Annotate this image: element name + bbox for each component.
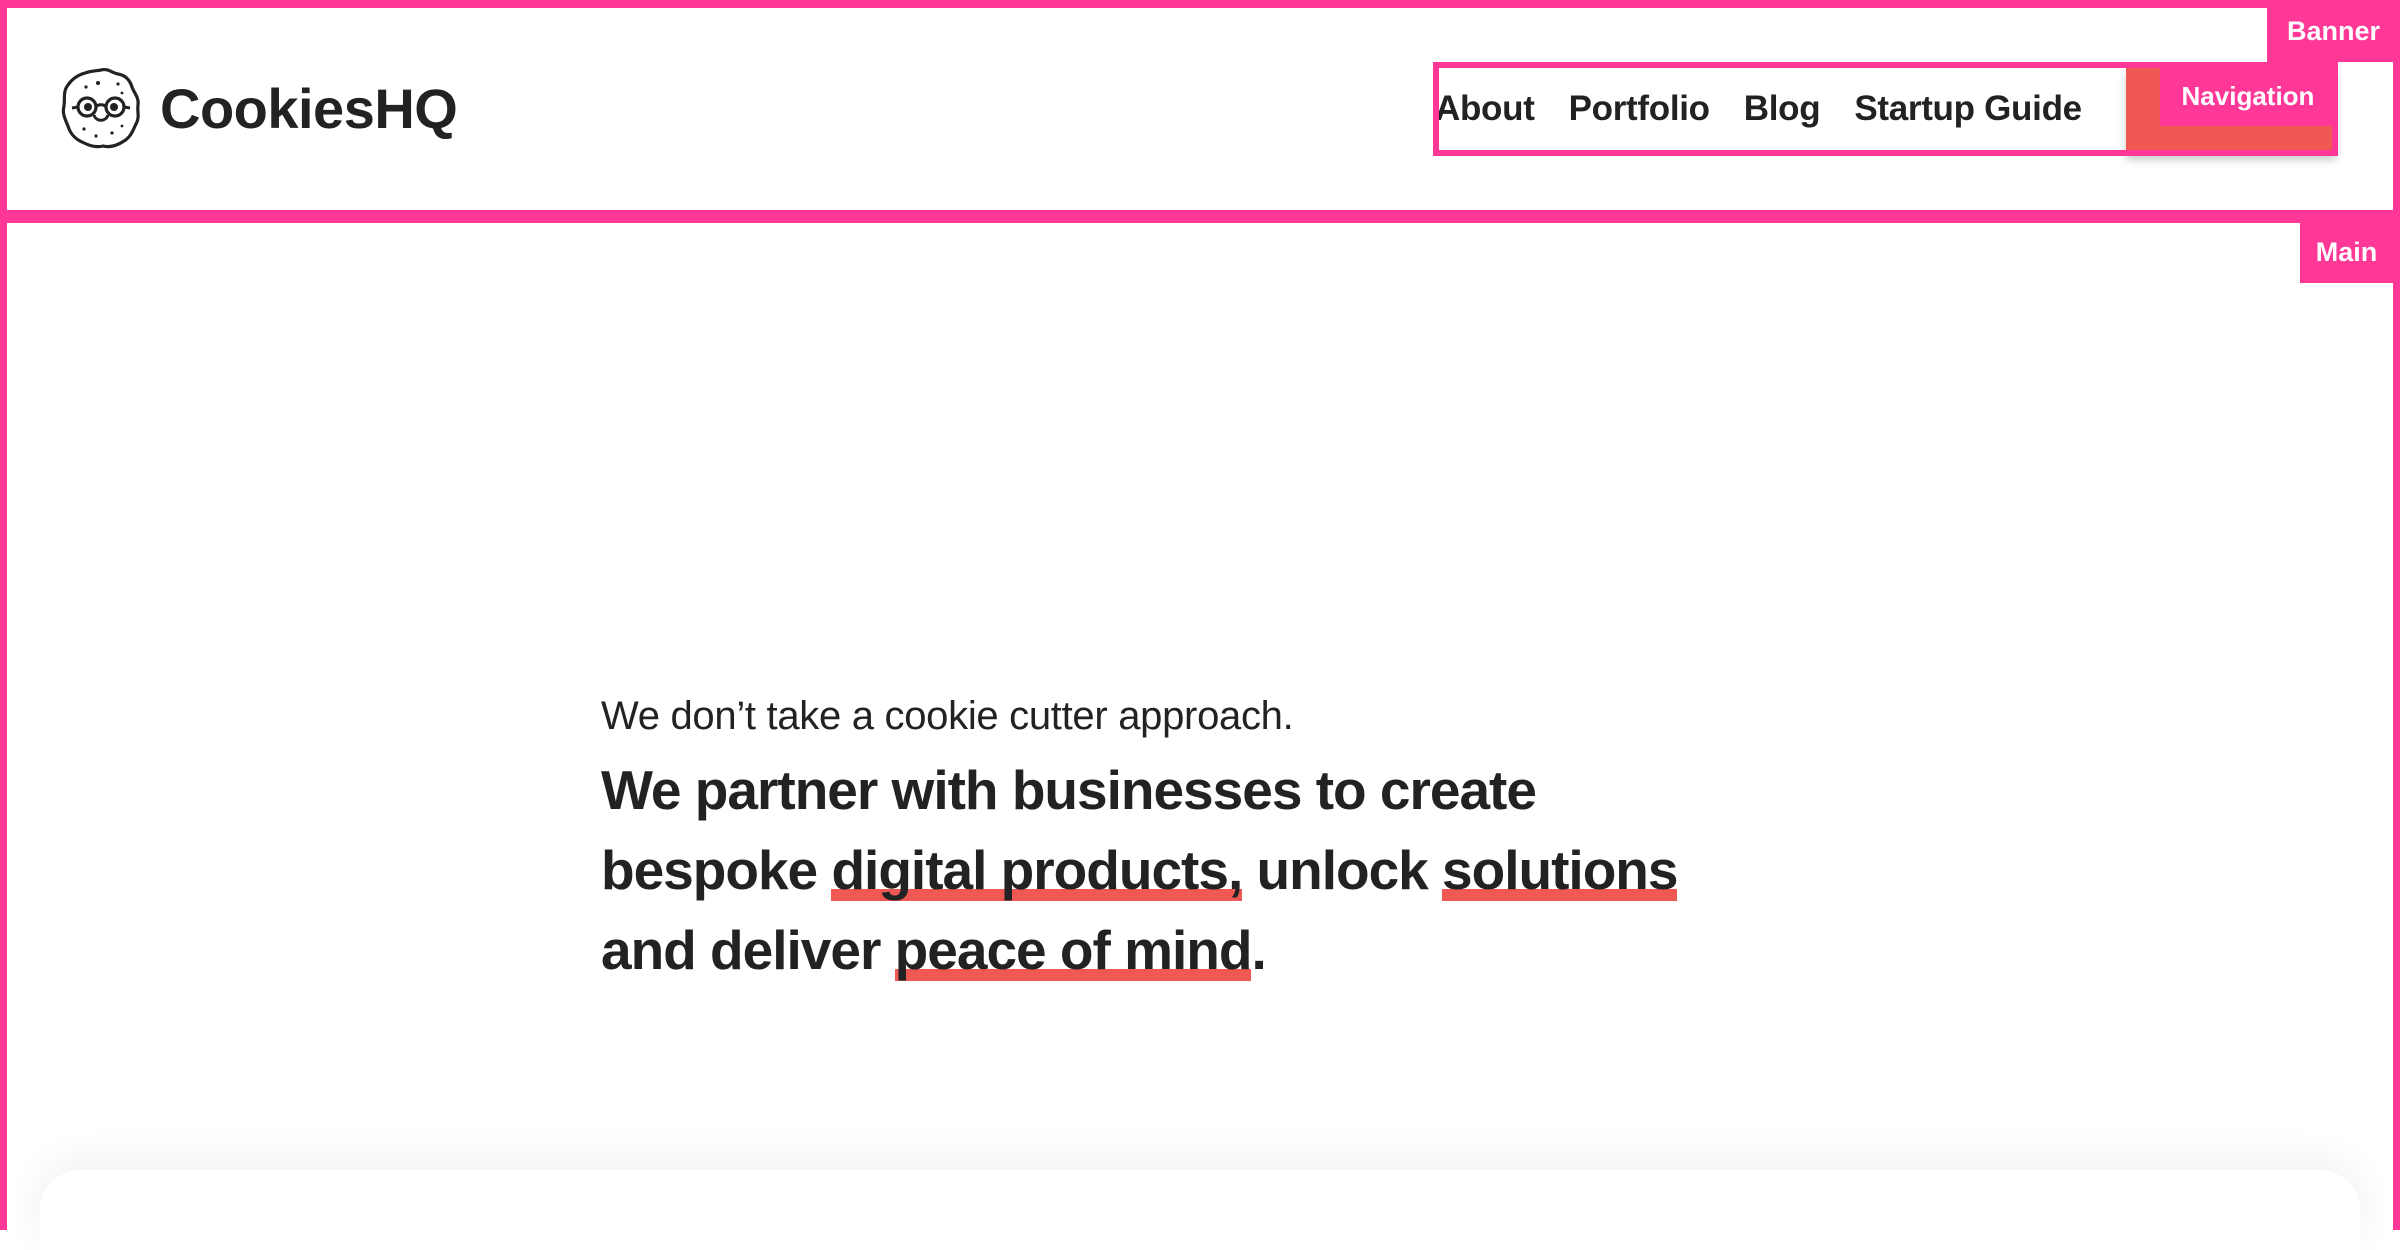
nav-link-startup-guide[interactable]: Startup Guide bbox=[1854, 89, 2082, 129]
next-section-card-edge bbox=[40, 1170, 2360, 1250]
main-landmark-label: Main bbox=[2300, 222, 2393, 283]
highlight-peace-of-mind: peace of mind bbox=[894, 919, 1252, 985]
nav-link-portfolio[interactable]: Portfolio bbox=[1569, 89, 1710, 129]
hero-headline: We partner with businesses to create bes… bbox=[601, 750, 1701, 990]
headline-text: . bbox=[1251, 919, 1266, 981]
highlight-digital-products: digital products, bbox=[831, 839, 1243, 905]
nav-link-about[interactable]: About bbox=[1435, 89, 1535, 129]
headline-text: and deliver bbox=[601, 919, 895, 981]
highlight-solutions: solutions bbox=[1442, 839, 1678, 905]
nav-link-blog[interactable]: Blog bbox=[1744, 89, 1821, 129]
banner-landmark-label: Banner bbox=[2267, 0, 2400, 62]
hero-intro: We don’t take a cookie cutter approach. bbox=[601, 694, 1294, 738]
headline-text: unlock bbox=[1242, 839, 1443, 901]
hero-section: We don’t take a cookie cutter approach. … bbox=[601, 690, 1701, 990]
logo-link[interactable]: CookiesHQ bbox=[60, 66, 458, 150]
cookie-with-glasses-icon bbox=[61, 67, 140, 149]
navigation-landmark-label: Navigation bbox=[2160, 66, 2336, 126]
logo-text: CookiesHQ bbox=[160, 76, 458, 140]
main-navigation: About Portfolio Blog Startup Guide bbox=[1435, 68, 2116, 150]
